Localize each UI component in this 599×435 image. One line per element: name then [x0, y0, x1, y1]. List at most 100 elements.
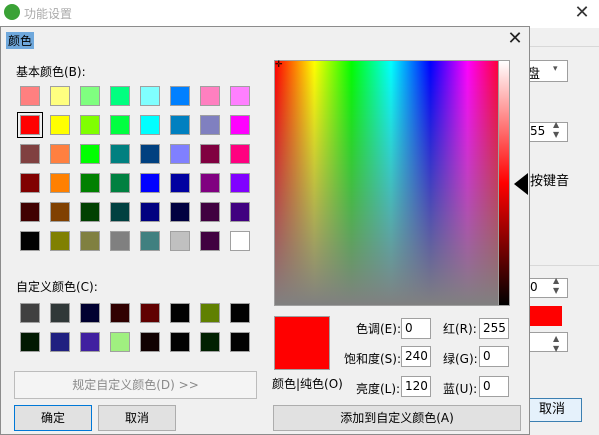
ok-button[interactable]: 确定 — [14, 405, 92, 431]
crosshair-icon[interactable]: ✛ — [275, 60, 283, 70]
color-swatch[interactable] — [200, 332, 220, 352]
spin-arrows-icon[interactable]: ▲ ▼ — [553, 120, 559, 140]
luminance-slider[interactable] — [498, 60, 510, 306]
color-swatch[interactable] — [110, 332, 130, 352]
color-swatch[interactable] — [110, 303, 130, 323]
dialog-title: 颜色 — [6, 32, 35, 49]
color-swatch[interactable] — [50, 115, 70, 135]
color-swatch[interactable] — [20, 303, 40, 323]
color-swatch[interactable] — [140, 231, 160, 251]
color-swatch[interactable] — [20, 173, 40, 193]
hue-label: 色调(E): — [356, 322, 401, 336]
color-swatch[interactable] — [80, 144, 100, 164]
color-swatch[interactable] — [80, 202, 100, 222]
color-swatch[interactable] — [140, 144, 160, 164]
color-swatch[interactable] — [230, 86, 250, 106]
color-swatch[interactable] — [140, 202, 160, 222]
color-swatch[interactable] — [200, 144, 220, 164]
color-spectrum[interactable] — [274, 60, 508, 306]
luminance-label: 亮度(L): — [356, 382, 401, 396]
color-swatch[interactable] — [110, 202, 130, 222]
key-sound-label: 按键音 — [530, 174, 570, 189]
color-swatch[interactable] — [50, 173, 70, 193]
close-icon[interactable]: ✕ — [503, 27, 527, 51]
color-swatch[interactable] — [140, 115, 160, 135]
color-swatch[interactable] — [230, 144, 250, 164]
color-swatch[interactable] — [80, 115, 100, 135]
settings-window-title: 功能设置 — [24, 7, 73, 21]
color-swatch[interactable] — [170, 202, 190, 222]
cancel-button[interactable]: 取消 — [98, 405, 176, 431]
spin-box-2-value: 0 — [530, 280, 538, 294]
color-swatch[interactable] — [20, 202, 40, 222]
color-swatch[interactable] — [230, 303, 250, 323]
color-swatch[interactable] — [200, 202, 220, 222]
color-swatch[interactable] — [80, 86, 100, 106]
color-swatch[interactable] — [20, 86, 40, 106]
custom-colors-label: 自定义颜色(C): — [16, 280, 98, 294]
green-input[interactable]: 0 — [479, 346, 509, 367]
color-swatch[interactable] — [80, 231, 100, 251]
color-swatch[interactable] — [140, 332, 160, 352]
color-swatch[interactable] — [140, 86, 160, 106]
spin-arrows-icon[interactable]: ▲ ▼ — [553, 334, 559, 354]
red-input[interactable]: 255 — [479, 318, 509, 339]
color-swatch[interactable] — [110, 231, 130, 251]
color-swatch[interactable] — [170, 86, 190, 106]
hue-input[interactable]: 0 — [401, 318, 431, 339]
color-swatch[interactable] — [50, 332, 70, 352]
spin-arrows-icon[interactable]: ▲ ▼ — [553, 276, 559, 296]
slider-arrow-icon[interactable] — [514, 173, 528, 195]
color-swatch[interactable] — [140, 173, 160, 193]
divider — [530, 265, 599, 266]
settings-window-titlebar — [0, 0, 599, 28]
color-swatch[interactable] — [230, 115, 250, 135]
color-swatch[interactable] — [170, 115, 190, 135]
color-swatch[interactable] — [230, 332, 250, 352]
color-swatch[interactable] — [50, 144, 70, 164]
luminance-input[interactable]: 120 — [401, 376, 431, 397]
color-swatch[interactable] — [140, 303, 160, 323]
blue-label: 蓝(U): — [443, 382, 478, 396]
color-swatch[interactable] — [230, 202, 250, 222]
color-swatch[interactable] — [50, 202, 70, 222]
color-swatch[interactable] — [17, 112, 43, 138]
color-swatch[interactable] — [20, 144, 40, 164]
color-preview — [274, 316, 330, 370]
settings-cancel-button[interactable]: 取消 — [522, 398, 582, 422]
green-label: 绿(G): — [443, 352, 478, 366]
red-label: 红(R): — [443, 322, 477, 336]
chevron-down-icon[interactable]: ▾ — [553, 64, 558, 74]
color-swatch[interactable] — [80, 173, 100, 193]
color-swatch[interactable] — [170, 303, 190, 323]
color-swatch[interactable] — [50, 231, 70, 251]
color-swatch[interactable] — [200, 115, 220, 135]
color-swatch[interactable] — [20, 332, 40, 352]
define-custom-colors-button[interactable]: 规定自定义颜色(D) >> — [14, 371, 257, 399]
color-swatch[interactable] — [200, 231, 220, 251]
color-swatch[interactable] — [200, 86, 220, 106]
spin-box-1-value: 55 — [530, 124, 546, 138]
color-swatch[interactable] — [230, 173, 250, 193]
color-swatch[interactable] — [200, 303, 220, 323]
saturation-input[interactable]: 240 — [401, 346, 431, 367]
color-swatch[interactable] — [170, 231, 190, 251]
color-swatch[interactable] — [50, 303, 70, 323]
color-swatch[interactable] — [200, 173, 220, 193]
color-swatch[interactable] — [170, 173, 190, 193]
settings-close-icon[interactable]: ✕ — [570, 2, 594, 24]
color-swatch[interactable] — [110, 173, 130, 193]
add-to-custom-colors-button[interactable]: 添加到自定义颜色(A) — [273, 405, 521, 431]
color-swatch[interactable] — [110, 86, 130, 106]
color-swatch[interactable] — [20, 231, 40, 251]
color-swatch[interactable] — [110, 115, 130, 135]
color-swatch[interactable] — [80, 303, 100, 323]
color-solid-label[interactable]: 颜色|纯色(O) — [272, 375, 343, 392]
color-swatch[interactable] — [170, 332, 190, 352]
color-swatch[interactable] — [50, 86, 70, 106]
color-swatch[interactable] — [110, 144, 130, 164]
color-swatch[interactable] — [80, 332, 100, 352]
color-swatch[interactable] — [230, 231, 250, 251]
blue-input[interactable]: 0 — [479, 376, 509, 397]
color-swatch[interactable] — [170, 144, 190, 164]
